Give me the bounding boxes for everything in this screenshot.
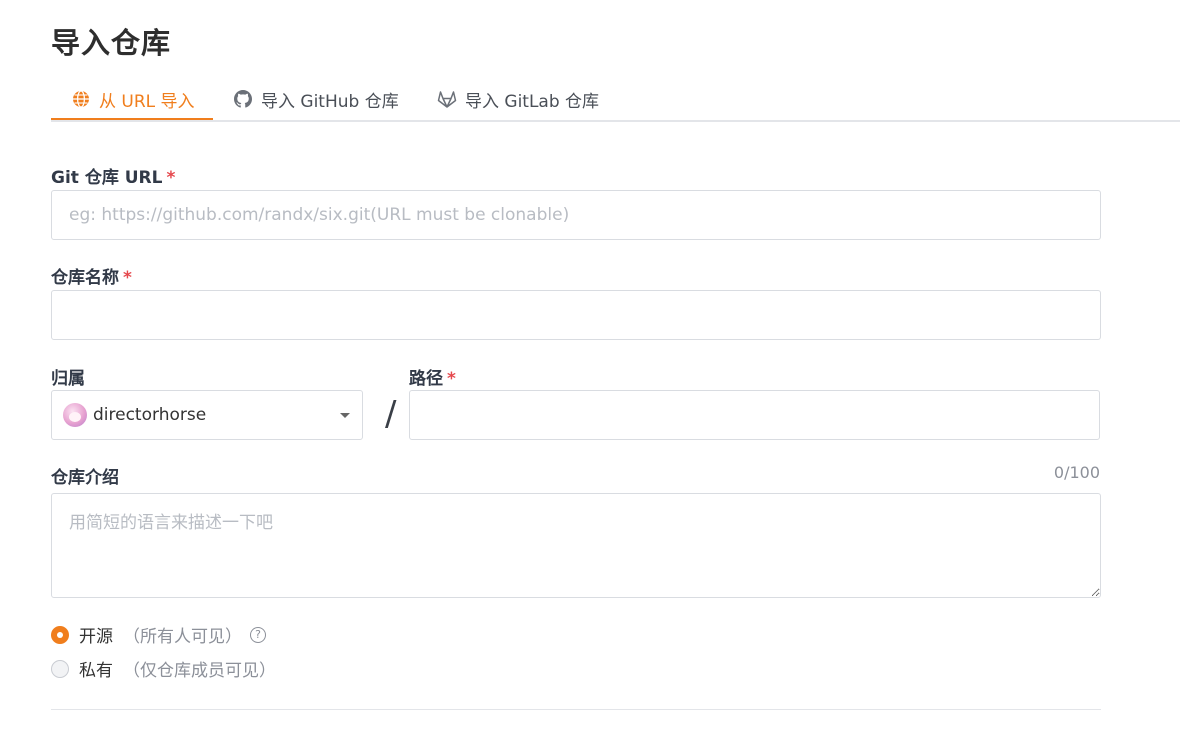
owner-value: directorhorse bbox=[93, 405, 207, 425]
git-url-input[interactable] bbox=[51, 190, 1101, 240]
git-url-label: Git 仓库 URL * bbox=[51, 163, 175, 188]
import-tabs: 从 URL 导入 导入 GitHub 仓库 导入 GitLab 仓库 bbox=[51, 78, 1180, 122]
git-url-label-text: Git 仓库 URL bbox=[51, 168, 163, 188]
divider bbox=[51, 709, 1101, 710]
page-title: 导入仓库 bbox=[51, 26, 172, 60]
tab-label: 导入 GitLab 仓库 bbox=[465, 91, 600, 112]
visibility-open-hint: （所有人可见） bbox=[123, 627, 242, 647]
repo-name-input[interactable] bbox=[51, 290, 1101, 340]
gitlab-icon bbox=[437, 89, 457, 109]
owner-select[interactable]: directorhorse bbox=[51, 390, 363, 440]
visibility-private-option[interactable]: 私有 （仅仓库成员可见） bbox=[51, 656, 276, 681]
tab-import-github[interactable]: 导入 GitHub 仓库 bbox=[233, 78, 399, 120]
tab-label: 导入 GitHub 仓库 bbox=[261, 91, 399, 112]
required-mark: * bbox=[166, 168, 176, 188]
github-icon bbox=[233, 89, 253, 109]
path-label: 路径 * bbox=[409, 364, 456, 389]
radio-private[interactable] bbox=[51, 659, 69, 678]
repo-name-label: 仓库名称 * bbox=[51, 263, 132, 288]
tab-label: 从 URL 导入 bbox=[99, 91, 195, 112]
help-icon[interactable]: ? bbox=[250, 626, 266, 643]
visibility-open-option[interactable]: 开源 （所有人可见） ? bbox=[51, 622, 266, 647]
description-counter: 0/100 bbox=[1053, 463, 1100, 482]
active-tab-indicator bbox=[51, 118, 213, 120]
tab-import-gitlab[interactable]: 导入 GitLab 仓库 bbox=[437, 78, 599, 120]
caret-down-icon bbox=[340, 413, 350, 418]
required-mark: * bbox=[447, 369, 456, 389]
owner-label: 归属 bbox=[51, 369, 85, 389]
path-label-text: 路径 bbox=[409, 369, 443, 389]
tab-import-url[interactable]: 从 URL 导入 bbox=[71, 78, 195, 120]
description-label: 仓库介绍 bbox=[51, 468, 119, 488]
radio-open[interactable] bbox=[51, 625, 69, 644]
path-separator: / bbox=[385, 394, 397, 434]
repo-name-label-text: 仓库名称 bbox=[51, 268, 119, 288]
visibility-private-hint: （仅仓库成员可见） bbox=[123, 661, 276, 681]
path-input[interactable] bbox=[409, 390, 1100, 440]
visibility-open-label: 开源 bbox=[79, 627, 113, 647]
required-mark: * bbox=[123, 268, 132, 288]
description-textarea[interactable] bbox=[51, 493, 1101, 598]
globe-icon bbox=[71, 89, 91, 109]
visibility-private-label: 私有 bbox=[79, 661, 113, 681]
avatar bbox=[63, 403, 87, 427]
